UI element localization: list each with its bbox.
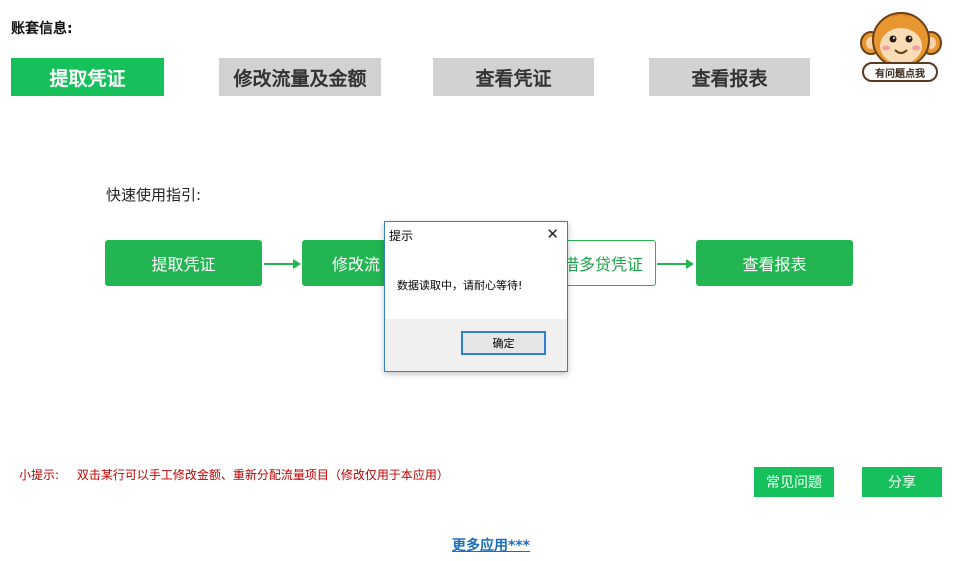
tip-body: 双击某行可以手工修改金额、重新分配流量项目（修改仅用于本应用） bbox=[76, 468, 449, 482]
faq-button[interactable]: 常见问题 bbox=[754, 467, 834, 497]
tip-prefix: 小提示: bbox=[19, 468, 60, 482]
dialog-title: 提示 bbox=[389, 229, 414, 243]
ok-button[interactable]: 确定 bbox=[461, 331, 546, 355]
more-apps-link[interactable]: 更多应用*** bbox=[452, 535, 530, 555]
share-button[interactable]: 分享 bbox=[862, 467, 942, 497]
tab-modify-flow-amount[interactable]: 修改流量及金额 bbox=[219, 58, 381, 96]
page-title: 账套信息: bbox=[11, 21, 73, 37]
tab-extract-voucher[interactable]: 提取凭证 bbox=[11, 58, 164, 96]
dialog-message: 数据读取中，请耐心等待! bbox=[397, 279, 523, 292]
arrow-right-icon bbox=[657, 259, 694, 269]
alert-dialog: 提示 ✕ 数据读取中，请耐心等待! 确定 bbox=[384, 221, 568, 372]
close-icon[interactable]: ✕ bbox=[546, 225, 559, 243]
dialog-footer: 确定 bbox=[385, 319, 567, 371]
guide-label: 快速使用指引: bbox=[106, 186, 202, 204]
arrow-right-icon bbox=[264, 259, 301, 269]
help-label[interactable]: 有问题点我 bbox=[862, 62, 938, 82]
flow-step-extract-voucher[interactable]: 提取凭证 bbox=[105, 240, 262, 286]
tab-view-voucher[interactable]: 查看凭证 bbox=[433, 58, 594, 96]
flow-step-view-report[interactable]: 查看报表 bbox=[696, 240, 853, 286]
tab-view-report[interactable]: 查看报表 bbox=[649, 58, 810, 96]
tip-text: 小提示: 双击某行可以手工修改金额、重新分配流量项目（修改仅用于本应用） bbox=[19, 466, 463, 483]
